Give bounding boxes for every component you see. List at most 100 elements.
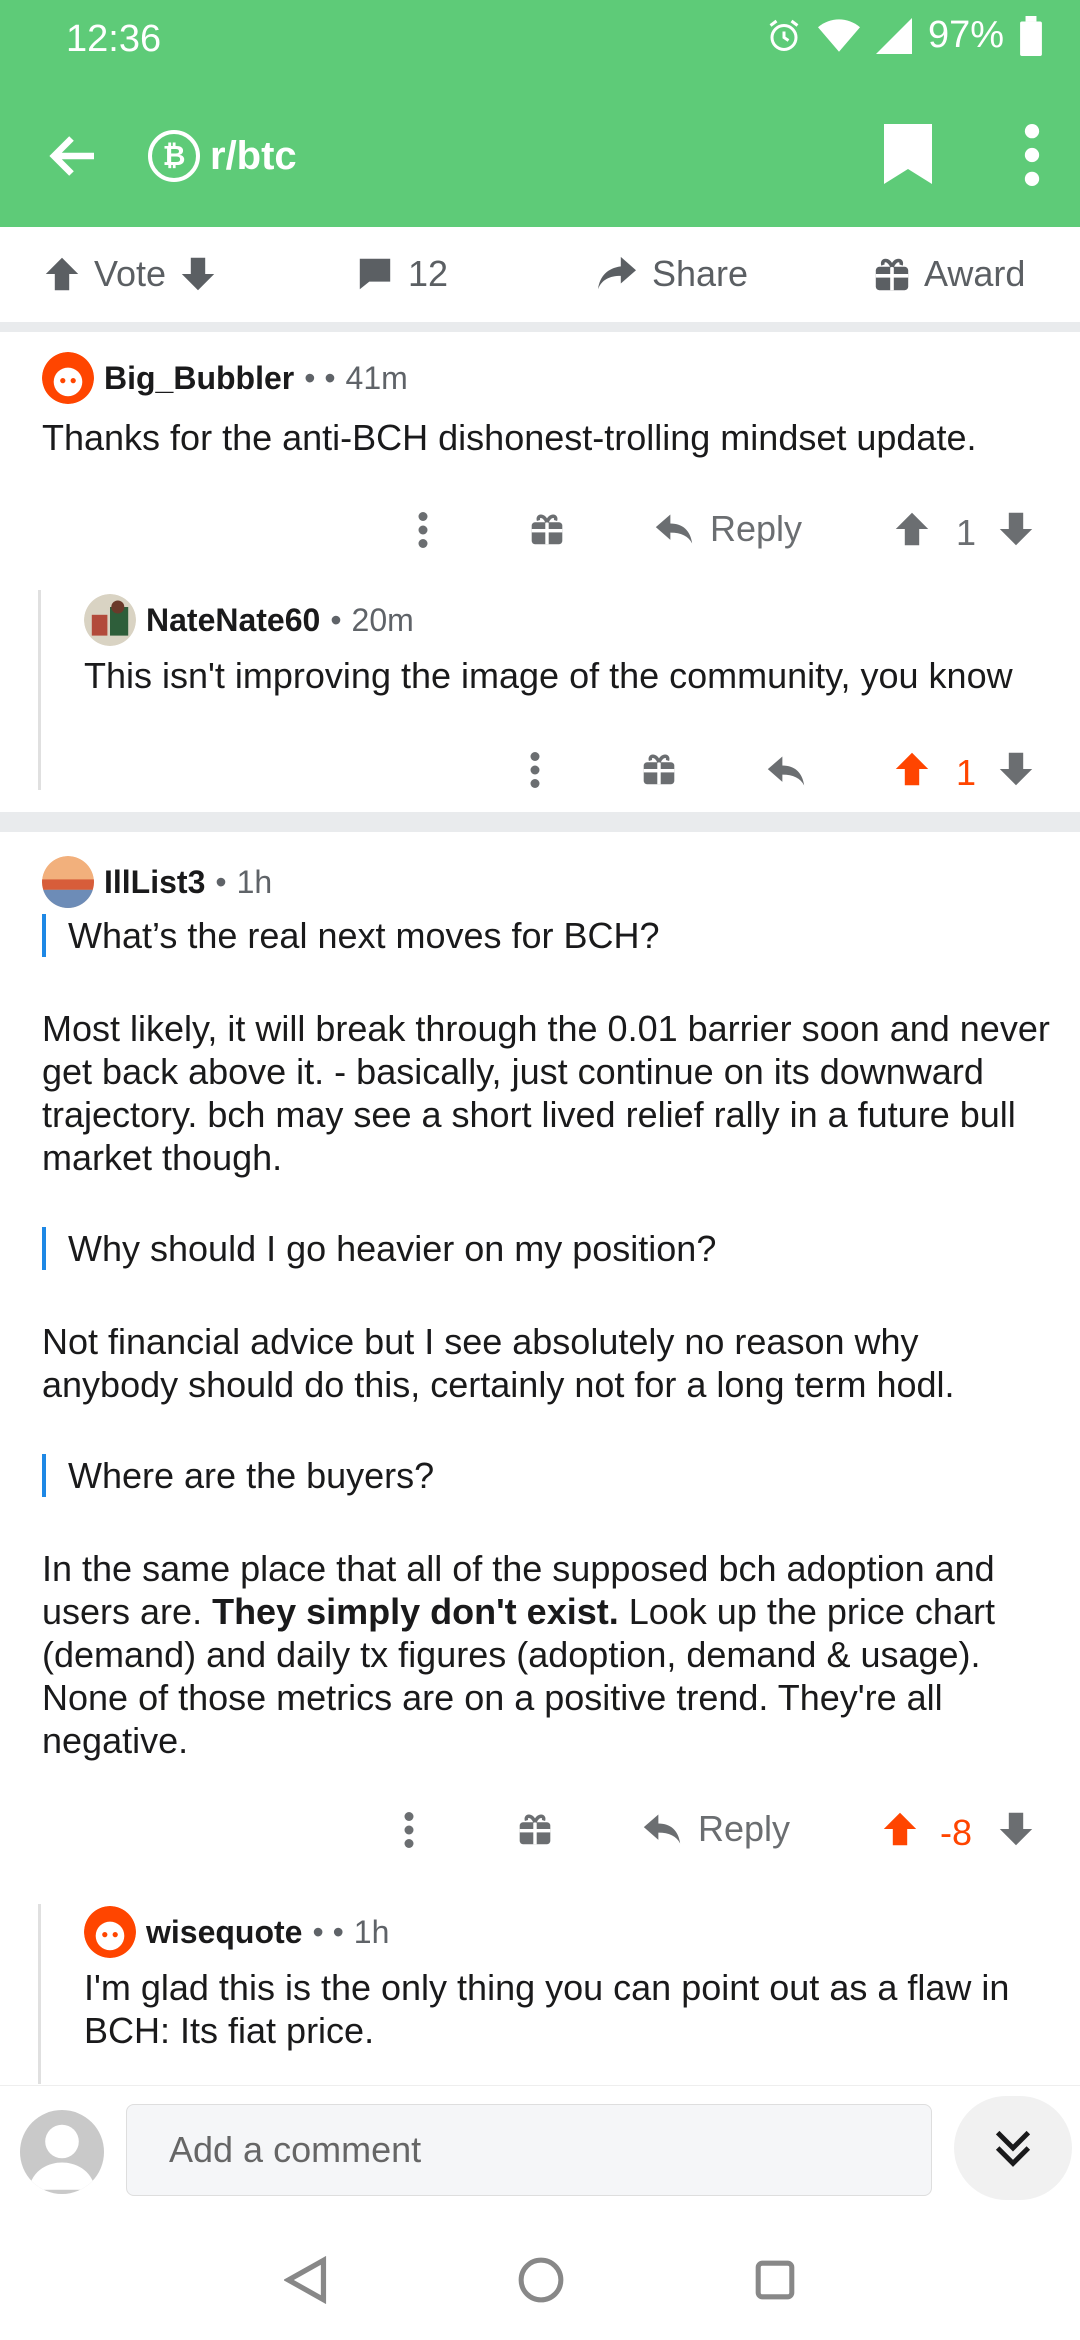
top-bar: 12:36 97% ₿ r/btc [0,0,1080,227]
comment-controls: 1 [526,740,1040,802]
meta-separator: • • [304,359,336,396]
comment-paragraph: Not financial advice but I see absolutel… [42,1321,955,1405]
comment-text: This isn't improving the image of the co… [84,655,1013,696]
battery-icon [1020,15,1042,56]
avatar[interactable] [84,1906,136,1958]
status-bar: 12:36 97% [0,0,1080,80]
comment-author[interactable]: Big_Bubbler [104,360,294,397]
comments-count: 12 [408,253,449,294]
wifi-icon [817,18,860,52]
signal-icon [875,17,912,54]
nav-recents-icon[interactable] [754,2259,796,2301]
comment-paragraph: In the same place that all of the suppos… [42,1547,1062,1762]
system-nav-bar [0,2220,1080,2340]
double-chevron-down-icon [995,2130,1031,2167]
reply-button[interactable]: Reply [654,508,802,550]
award-button[interactable]: Award [874,253,1025,295]
vote-control: Vote [44,253,216,295]
comment-time: 20m [351,601,414,638]
reply-label: Reply [710,508,803,549]
comment-icon [359,258,391,290]
comments-button[interactable]: 12 [356,253,448,295]
gift-icon[interactable] [518,1812,552,1846]
meta-separator: • • [312,1913,344,1950]
section-divider [0,322,1080,332]
nav-home-icon[interactable] [518,2257,564,2303]
quote-block: Why should I go heavier on my position? [42,1227,1062,1270]
comment-author[interactable]: NateNate60 [146,602,320,639]
reply-icon[interactable] [766,754,806,788]
more-options-icon[interactable] [418,512,428,548]
status-time: 12:36 [66,18,162,60]
comment-controls: Reply -8 [400,1800,1040,1862]
bitcoin-icon: ₿ [148,130,200,182]
user-avatar[interactable] [20,2110,104,2194]
reply-icon [643,1814,681,1844]
comment-time: 1h [236,863,273,900]
meta-separator: • [330,601,342,638]
downvote-icon[interactable] [180,255,216,293]
more-options-icon[interactable] [530,752,540,788]
alarm-icon [769,19,799,51]
gift-icon [875,258,909,291]
share-label: Share [652,253,749,294]
bookmark-icon[interactable] [884,124,932,184]
comment-paragraph: Most likely, it will break through the 0… [42,1008,1050,1178]
upvote-icon[interactable] [44,255,80,293]
comment-controls: Reply 1 [412,500,1040,562]
comment-score: -8 [940,1812,973,1853]
comment-score: 1 [956,512,977,553]
comment-body: What’s the real next moves for BCH? Most… [42,914,1062,1762]
subreddit-title[interactable]: ₿ r/btc [148,130,297,182]
comment-time: 41m [345,359,408,396]
thread-line [38,1904,41,2084]
nav-back-icon[interactable] [284,2256,328,2304]
downvote-icon[interactable] [998,510,1034,548]
comment-score: 1 [956,752,977,793]
subreddit-name: r/btc [210,133,297,178]
share-icon [598,256,636,290]
downvote-icon[interactable] [998,1810,1034,1848]
share-button[interactable]: Share [596,253,748,295]
comment-time: 1h [353,1913,390,1950]
more-options-icon[interactable] [404,1812,414,1848]
thread-divider [0,812,1080,832]
upvote-icon[interactable] [894,510,930,548]
comment-meta: wisequote • • 1h [84,1906,389,1958]
add-comment-input[interactable]: Add a comment [126,2104,932,2196]
more-options-icon[interactable] [1020,124,1044,186]
upvote-icon[interactable] [894,750,930,788]
upvote-icon[interactable] [882,1810,918,1848]
avatar[interactable] [42,856,94,908]
status-icons: 97% [766,14,1042,57]
comment-text: Thanks for the anti-BCH dishonest-trolli… [42,417,977,458]
reply-button[interactable]: Reply [642,1808,790,1850]
reply-label: Reply [698,1808,791,1849]
app-bar: ₿ r/btc [0,110,1080,200]
gift-icon[interactable] [642,752,676,786]
comment-meta: IllList3 • 1h [42,856,272,908]
award-label: Award [924,253,1026,294]
scroll-down-button[interactable] [954,2096,1072,2200]
quote-block: Where are the buyers? [42,1454,1062,1497]
avatar[interactable] [84,594,136,646]
gift-icon[interactable] [530,512,564,546]
post-action-bar: Vote 12 Share Award [0,227,1080,327]
reply-icon [655,514,693,544]
comment-meta: NateNate60 • 20m [84,594,414,646]
comment-text: I'm glad this is the only thing you can … [84,1967,1010,2051]
battery-percent: 97% [927,14,1004,56]
thread-line [38,590,41,790]
meta-separator: • [215,863,227,900]
avatar[interactable] [42,352,94,404]
comment-author[interactable]: IllList3 [104,864,205,901]
comment-meta: Big_Bubbler • • 41m [42,352,408,404]
back-arrow-icon[interactable] [44,126,104,186]
comment-author[interactable]: wisequote [146,1914,302,1951]
comment-composer: Add a comment [0,2085,1080,2200]
quote-block: What’s the real next moves for BCH? [42,914,1062,957]
downvote-icon[interactable] [998,750,1034,788]
vote-label: Vote [94,253,167,294]
user-avatar-icon [28,2124,96,2190]
bold-text: They simply don't exist. [212,1591,619,1632]
